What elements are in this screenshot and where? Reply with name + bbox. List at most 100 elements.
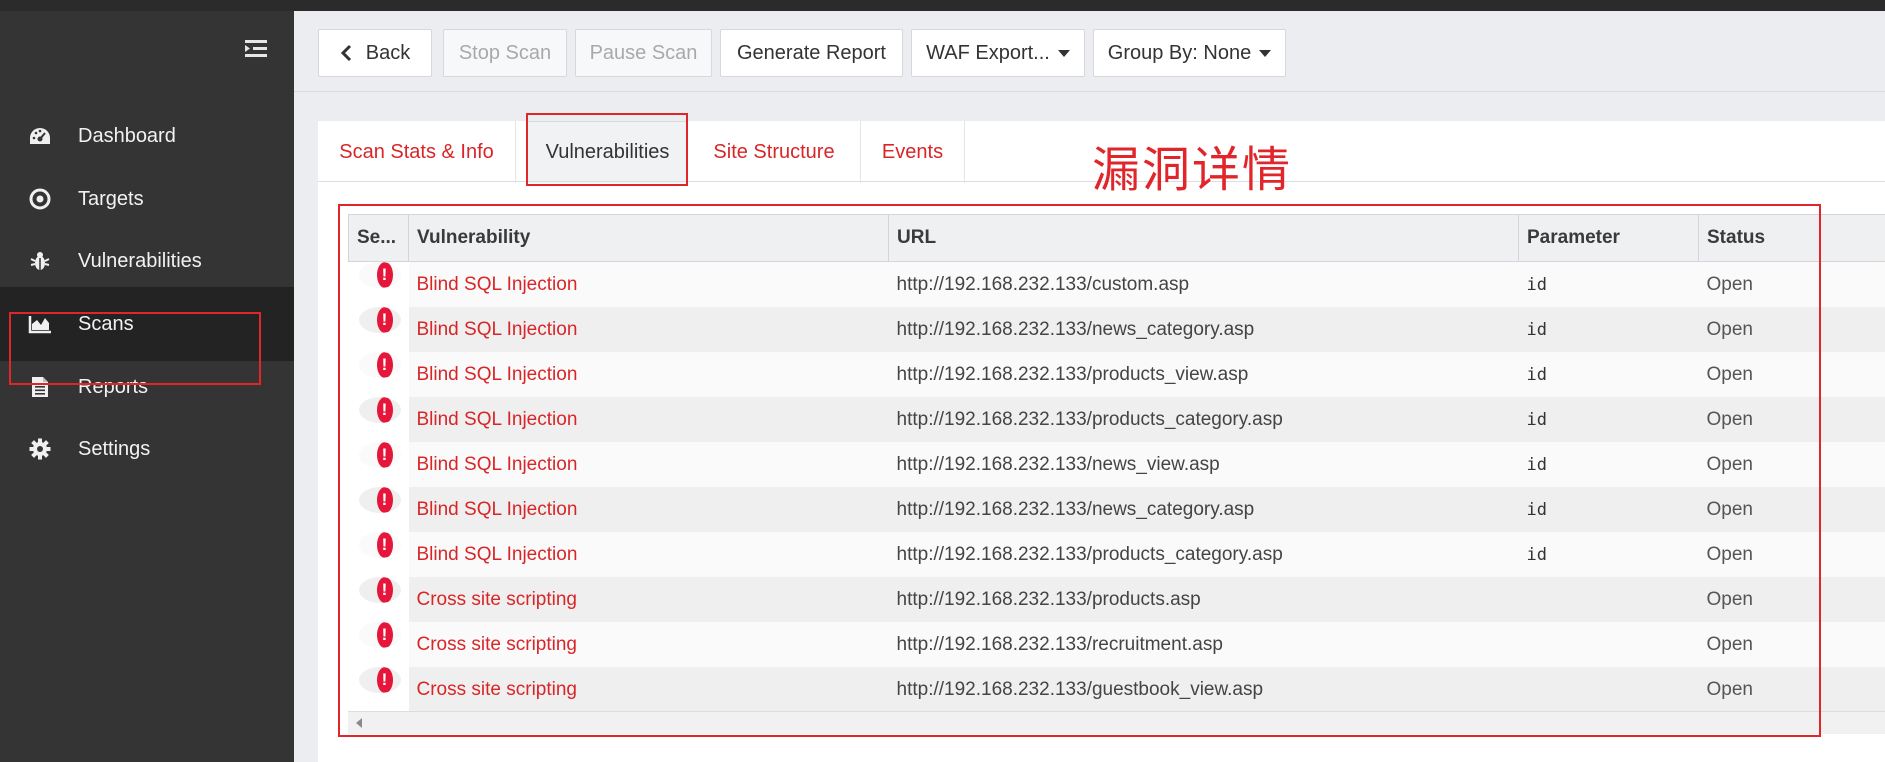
pause-scan-label: Pause Scan — [589, 41, 698, 64]
table-row[interactable]: ! Cross site scripting http://192.168.232.… — [349, 667, 1885, 712]
parameter-cell — [1518, 622, 1699, 667]
severity-high-icon: ! — [376, 262, 393, 288]
tab-scan-stats[interactable]: Scan Stats & Info — [318, 121, 516, 183]
status-cell: Open — [1698, 577, 1885, 622]
severity-high-icon: ! — [376, 532, 393, 558]
vulnerability-cell[interactable]: Blind SQL Injection — [408, 487, 889, 532]
column-header-status[interactable]: Status — [1698, 214, 1885, 262]
url-cell: http://192.168.232.133/recruitment.asp — [888, 622, 1519, 667]
vulnerability-cell[interactable]: Blind SQL Injection — [408, 261, 889, 307]
column-header-vulnerability[interactable]: Vulnerability — [408, 214, 889, 262]
vulnerability-cell[interactable]: Blind SQL Injection — [408, 442, 889, 487]
severity-high-icon: ! — [376, 352, 393, 378]
status-cell: Open — [1698, 667, 1885, 712]
severity-cell: ! — [358, 487, 401, 513]
url-cell: http://192.168.232.133/guestbook_view.as… — [888, 667, 1519, 712]
parameter-cell: id — [1518, 397, 1699, 442]
tab-vulnerabilities[interactable]: Vulnerabilities — [527, 121, 688, 183]
sidebar-item-label: Vulnerabilities — [78, 249, 202, 272]
severity-high-icon: ! — [376, 667, 393, 693]
table-row[interactable]: ! Blind SQL Injection http://192.168.232.1… — [349, 397, 1885, 442]
url-cell: http://192.168.232.133/custom.asp — [888, 261, 1519, 307]
document-icon — [26, 373, 54, 401]
table-header-row: Se... Vulnerability URL Parameter Status — [348, 214, 1885, 262]
table-row[interactable]: ! Blind SQL Injection http://192.168.232.1… — [349, 307, 1885, 352]
parameter-cell — [1518, 577, 1699, 622]
status-cell: Open — [1698, 352, 1885, 397]
vulnerability-cell[interactable]: Blind SQL Injection — [408, 532, 889, 577]
back-label: Back — [365, 41, 411, 64]
table-row[interactable]: ! Blind SQL Injection http://192.168.232.1… — [349, 442, 1885, 487]
column-header-severity[interactable]: Se... — [348, 214, 409, 262]
severity-high-icon: ! — [376, 442, 393, 468]
vulnerability-cell[interactable]: Cross site scripting — [408, 622, 889, 667]
vulnerability-cell[interactable]: Blind SQL Injection — [408, 352, 889, 397]
scroll-left-icon[interactable] — [356, 718, 362, 728]
url-cell: http://192.168.232.133/products_category… — [888, 397, 1519, 442]
parameter-cell: id — [1518, 307, 1699, 352]
status-cell: Open — [1698, 307, 1885, 352]
status-cell: Open — [1698, 261, 1885, 307]
parameter-cell: id — [1518, 532, 1699, 577]
group-by-dropdown[interactable]: Group By: None — [1093, 29, 1286, 77]
severity-high-icon: ! — [376, 622, 393, 648]
severity-high-icon: ! — [376, 577, 393, 603]
vulnerability-cell[interactable]: Blind SQL Injection — [408, 397, 889, 442]
url-cell: http://192.168.232.133/news_category.asp — [888, 307, 1519, 352]
tab-site-structure[interactable]: Site Structure — [688, 121, 861, 183]
chevron-left-icon — [340, 44, 352, 62]
waf-export-dropdown[interactable]: WAF Export... — [911, 29, 1085, 77]
status-cell: Open — [1698, 532, 1885, 577]
area-chart-icon — [26, 310, 54, 338]
tab-label: Vulnerabilities — [545, 141, 670, 163]
vulnerability-cell[interactable]: Cross site scripting — [408, 577, 889, 622]
back-button[interactable]: Back — [318, 29, 432, 77]
dashboard-icon — [26, 122, 54, 150]
caret-down-icon — [1259, 49, 1272, 57]
toolbar: Back Stop Scan Pause Scan Generate Repor… — [294, 11, 1885, 92]
column-header-url[interactable]: URL — [888, 214, 1519, 262]
column-header-parameter[interactable]: Parameter — [1518, 214, 1699, 262]
vulnerabilities-table: Se... Vulnerability URL Parameter Status… — [348, 214, 1885, 734]
table-row[interactable]: ! Cross site scripting http://192.168.232.… — [349, 577, 1885, 622]
severity-cell: ! — [358, 577, 401, 603]
menu-collapse-icon[interactable] — [243, 37, 269, 61]
tab-label: Site Structure — [713, 140, 835, 163]
parameter-cell: id — [1518, 352, 1699, 397]
vulnerability-cell[interactable]: Blind SQL Injection — [408, 307, 889, 352]
generate-report-button[interactable]: Generate Report — [720, 29, 903, 77]
pause-scan-button[interactable]: Pause Scan — [575, 29, 712, 77]
table-row[interactable]: ! Cross site scripting http://192.168.232.… — [349, 622, 1885, 667]
waf-export-label: WAF Export... — [926, 41, 1050, 64]
severity-cell: ! — [358, 307, 401, 333]
sidebar-item-label: Scans — [78, 312, 134, 335]
parameter-cell: id — [1518, 442, 1699, 487]
parameter-cell — [1518, 667, 1699, 712]
vulnerability-cell[interactable]: Cross site scripting — [408, 667, 889, 712]
sidebar-item-label: Settings — [78, 437, 151, 460]
horizontal-scrollbar[interactable] — [348, 711, 1885, 734]
severity-high-icon: ! — [376, 487, 393, 513]
url-cell: http://192.168.232.133/news_view.asp — [888, 442, 1519, 487]
sidebar-item-settings[interactable]: Settings — [0, 412, 294, 486]
status-cell: Open — [1698, 442, 1885, 487]
table-row[interactable]: ! Blind SQL Injection http://192.168.232.1… — [349, 532, 1885, 577]
sidebar-item-label: Reports — [78, 375, 149, 398]
severity-cell: ! — [358, 532, 401, 558]
stop-scan-button[interactable]: Stop Scan — [443, 29, 567, 77]
parameter-cell: id — [1518, 487, 1699, 532]
severity-cell: ! — [358, 667, 401, 693]
gear-icon — [26, 435, 54, 463]
table-row[interactable]: ! Blind SQL Injection http://192.168.232.1… — [349, 352, 1885, 397]
status-cell: Open — [1698, 487, 1885, 532]
severity-cell: ! — [358, 442, 401, 468]
url-cell: http://192.168.232.133/products_category… — [888, 532, 1519, 577]
table-row[interactable]: ! Blind SQL Injection http://192.168.232.1… — [349, 487, 1885, 532]
tab-events[interactable]: Events — [861, 121, 965, 183]
table-row[interactable]: ! Blind SQL Injection http://192.168.232.1… — [349, 261, 1885, 307]
sidebar-item-label: Targets — [78, 187, 144, 210]
url-cell: http://192.168.232.133/news_category.asp — [888, 487, 1519, 532]
stop-scan-label: Stop Scan — [458, 41, 552, 64]
status-cell: Open — [1698, 397, 1885, 442]
caret-down-icon — [1057, 49, 1070, 57]
